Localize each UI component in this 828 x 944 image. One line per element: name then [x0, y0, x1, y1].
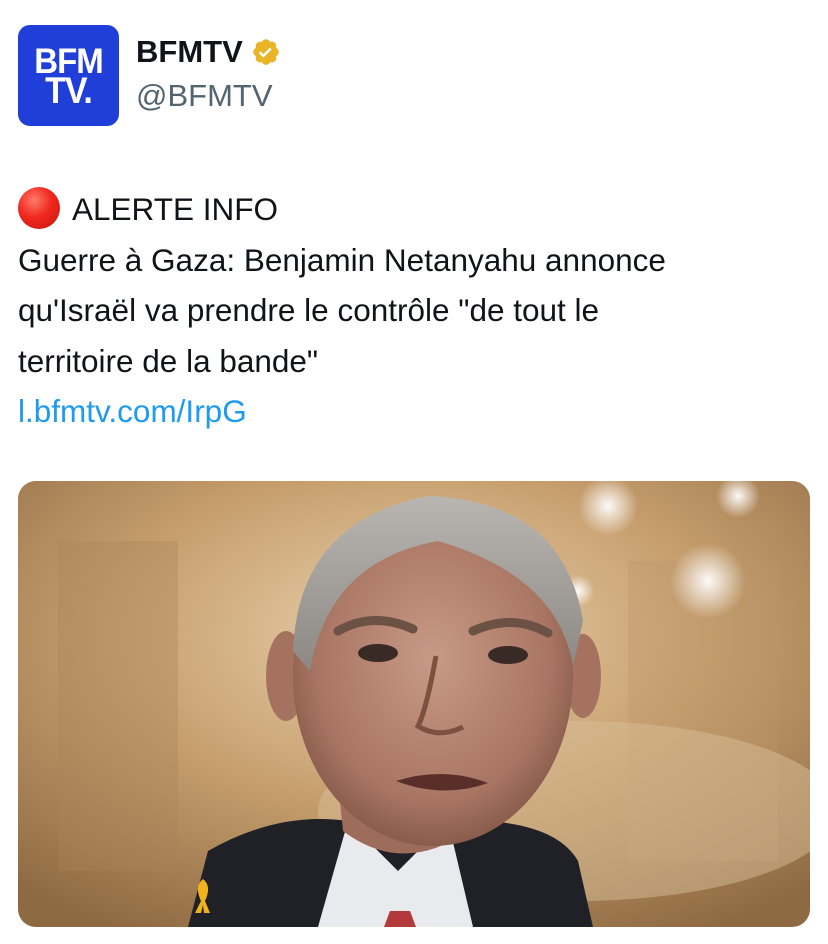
alert-line: ALERTE INFO — [18, 184, 818, 235]
display-name[interactable]: BFMTV — [136, 33, 243, 71]
tweet-link[interactable]: l.bfmtv.com/IrpG — [18, 386, 818, 437]
verified-badge-icon — [251, 37, 281, 67]
tweet-line-3: territoire de la bande" — [18, 342, 319, 379]
avatar-logo-line2: TV. — [45, 69, 93, 112]
tweet-line-1: Guerre à Gaza: Benjamin Netanyahu annonc… — [18, 241, 666, 278]
tweet-text: ALERTE INFO Guerre à Gaza: Benjamin Neta… — [18, 184, 818, 437]
red-circle-icon — [18, 187, 60, 229]
tweet-photo[interactable] — [18, 481, 810, 927]
photo-illustration — [18, 481, 810, 927]
account-handle[interactable]: @BFMTV — [136, 77, 273, 115]
display-name-row[interactable]: BFMTV — [136, 33, 281, 71]
avatar[interactable]: BFM TV. — [18, 25, 119, 126]
tweet-line-2: qu'Israël va prendre le contrôle "de tou… — [18, 292, 600, 328]
alert-label: ALERTE INFO — [72, 191, 278, 227]
